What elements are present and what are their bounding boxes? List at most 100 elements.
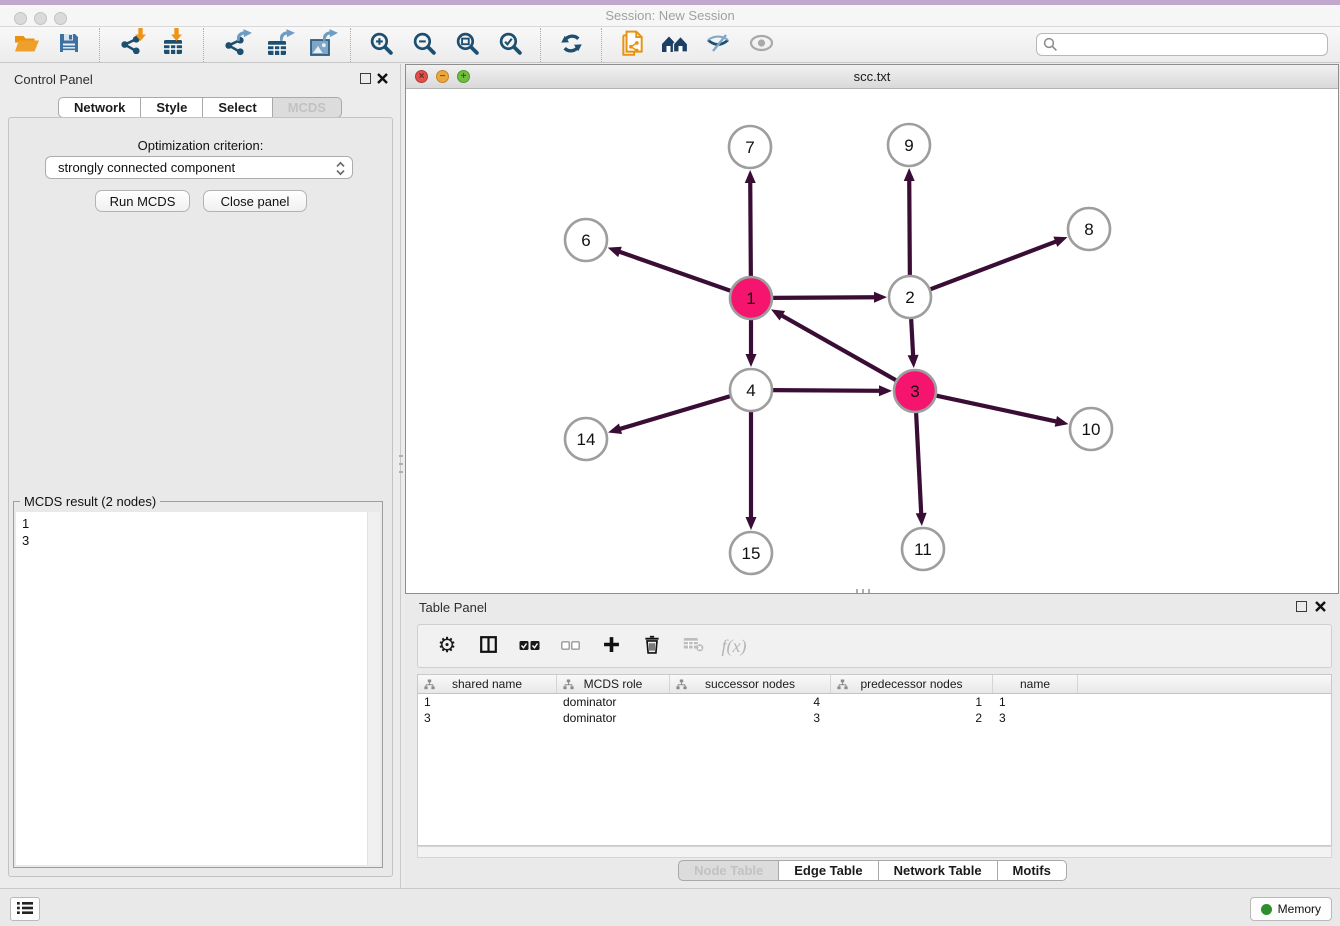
export-arrow-icon — [323, 29, 338, 45]
float-panel-icon[interactable] — [360, 73, 371, 84]
gear-button[interactable]: ⚙ — [434, 631, 460, 661]
tab-motifs[interactable]: Motifs — [998, 860, 1067, 881]
node-label-11: 11 — [914, 540, 932, 559]
close-panel-icon[interactable] — [376, 72, 389, 85]
hide-selected-button[interactable] — [700, 29, 736, 61]
zoom-fit-button[interactable] — [449, 29, 485, 61]
horizontal-split-handle[interactable] — [856, 589, 872, 593]
edge-3-10[interactable] — [937, 396, 1058, 422]
zoom-in-button[interactable] — [363, 29, 399, 61]
control-panel-title: Control Panel — [14, 72, 93, 87]
column-header-mcds-role[interactable]: MCDS role — [557, 675, 670, 693]
close-panel-icon[interactable] — [1314, 600, 1327, 613]
clear-checkboxes-icon — [561, 639, 580, 654]
memory-button[interactable]: Memory — [1250, 897, 1332, 921]
table-row[interactable]: 1dominator411 — [418, 694, 1331, 710]
vertical-split-handle[interactable] — [399, 455, 403, 481]
function-builder-icon: f(x) — [722, 636, 747, 657]
column-header-name[interactable]: name — [993, 675, 1078, 693]
open-folder-icon — [13, 32, 40, 57]
zoom-selected-button[interactable] — [492, 29, 528, 61]
task-history-button[interactable] — [10, 897, 40, 921]
node-label-4: 4 — [746, 381, 755, 400]
delete-table-button[interactable] — [680, 631, 706, 661]
home-button[interactable] — [657, 29, 693, 61]
mcds-result-box: MCDS result (2 nodes) 1 3 — [13, 501, 383, 868]
add-column-icon — [603, 636, 620, 656]
table-cell: 4 — [670, 694, 831, 710]
tab-mcds[interactable]: MCDS — [273, 97, 342, 118]
edge-3-11[interactable] — [916, 413, 921, 515]
table-row[interactable]: 3dominator323 — [418, 710, 1331, 726]
delete-table-icon — [683, 637, 704, 655]
duplicate-network-button[interactable] — [614, 29, 650, 61]
show-hidden-button[interactable] — [743, 29, 779, 61]
tab-network-table[interactable]: Network Table — [879, 860, 998, 881]
toolbar-separator — [203, 28, 204, 62]
edge-4-3[interactable] — [773, 390, 881, 391]
edge-arrowhead — [608, 423, 622, 434]
edge-2-9[interactable] — [909, 179, 910, 275]
edge-1-6[interactable] — [618, 251, 730, 290]
columns-button[interactable] — [475, 631, 501, 661]
edge-1-2[interactable] — [773, 297, 876, 298]
close-panel-button[interactable]: Close panel — [203, 190, 307, 212]
tab-node-table[interactable]: Node Table — [678, 860, 779, 881]
node-label-8: 8 — [1084, 220, 1093, 239]
delete-column-button[interactable] — [639, 631, 665, 661]
function-builder-button[interactable]: f(x) — [721, 631, 747, 661]
search-input[interactable] — [1036, 33, 1328, 56]
table-horizontal-scrollbar[interactable] — [417, 846, 1332, 858]
save-session-button[interactable] — [51, 29, 87, 61]
tab-style[interactable]: Style — [141, 97, 203, 118]
import-table-button[interactable] — [155, 29, 191, 61]
column-label: predecessor nodes — [860, 677, 962, 691]
node-label-14: 14 — [577, 430, 596, 449]
edge-3-1[interactable] — [781, 315, 896, 380]
tab-network[interactable]: Network — [58, 97, 141, 118]
tab-select[interactable]: Select — [203, 97, 272, 118]
eye-icon — [749, 34, 774, 55]
list-icon — [16, 901, 34, 918]
edge-2-8[interactable] — [931, 241, 1058, 289]
node-label-15: 15 — [742, 544, 761, 563]
edge-arrowhead — [745, 170, 756, 183]
export-image-button[interactable] — [302, 29, 338, 61]
hide-eye-icon — [705, 33, 731, 56]
export-table-button[interactable] — [259, 29, 295, 61]
clear-all-columns-button[interactable] — [557, 631, 583, 661]
run-mcds-button[interactable]: Run MCDS — [95, 190, 190, 212]
tab-edge-table[interactable]: Edge Table — [779, 860, 878, 881]
table-header-row: shared nameMCDS rolesuccessor nodes prede… — [418, 675, 1331, 694]
edge-4-14[interactable] — [619, 396, 730, 429]
memory-status-icon — [1261, 904, 1272, 915]
mcds-result-textarea[interactable]: 1 3 — [16, 512, 380, 865]
column-header-predecessor-nodes[interactable]: predecessor nodes — [831, 675, 993, 693]
shared-column-icon — [563, 679, 574, 693]
export-network-button[interactable] — [216, 29, 252, 61]
result-scrollbar[interactable] — [367, 512, 380, 865]
open-session-button[interactable] — [8, 29, 44, 61]
column-header-shared-name[interactable]: shared name — [418, 675, 557, 693]
toolbar-separator — [350, 28, 351, 62]
add-column-button[interactable] — [598, 631, 624, 661]
edge-2-3[interactable] — [911, 319, 913, 357]
edge-1-7[interactable] — [750, 181, 751, 276]
network-window-titlebar[interactable]: × − + scc.txt — [406, 65, 1338, 89]
table-cell: 3 — [993, 710, 1078, 726]
column-header-successor-nodes[interactable]: successor nodes — [670, 675, 831, 693]
memory-label: Memory — [1278, 902, 1321, 916]
table-panel: Table Panel ⚙ f(x) shared nameMCDS roles… — [405, 594, 1340, 888]
home-icon — [661, 34, 689, 56]
control-panel-header: Control Panel — [0, 64, 400, 94]
float-panel-icon[interactable] — [1296, 601, 1307, 612]
mcds-result-title: MCDS result (2 nodes) — [20, 494, 160, 509]
zoom-out-button[interactable] — [406, 29, 442, 61]
window-titlebar: Session: New Session — [0, 5, 1340, 27]
search-field — [1036, 33, 1328, 56]
refresh-button[interactable] — [553, 29, 589, 61]
select-all-columns-button[interactable] — [516, 631, 542, 661]
network-canvas[interactable]: 1234678910111415 — [406, 89, 1338, 593]
criterion-dropdown[interactable]: strongly connected component — [45, 156, 353, 179]
import-network-button[interactable] — [112, 29, 148, 61]
